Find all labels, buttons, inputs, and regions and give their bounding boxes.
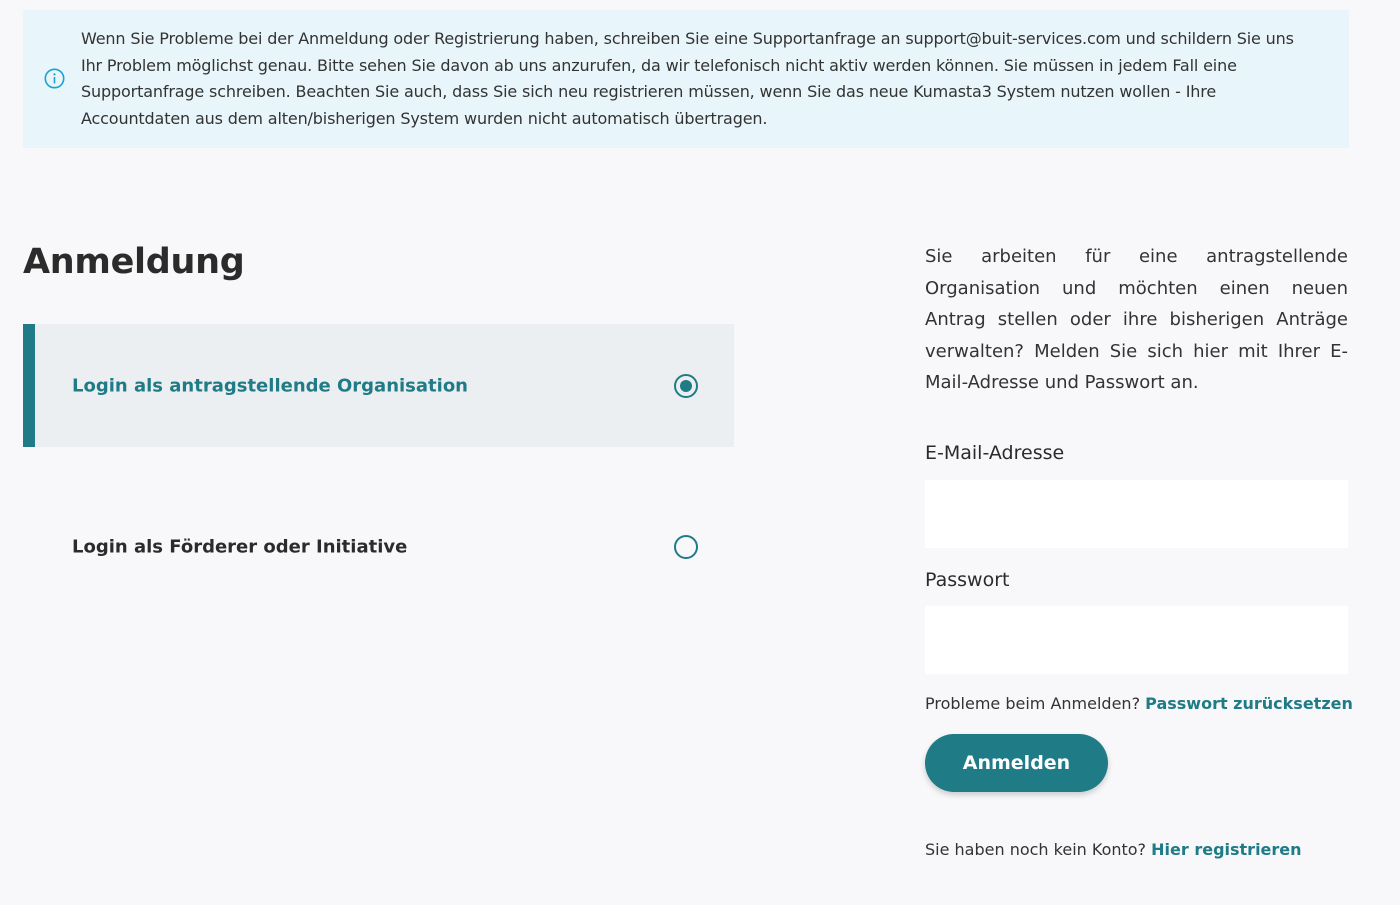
login-option-label: Login als Förderer oder Initiative (72, 536, 408, 557)
notice-text: Wenn Sie Probleme bei der Anmeldung oder… (81, 29, 1294, 128)
password-input[interactable] (925, 606, 1348, 674)
email-input[interactable] (925, 480, 1348, 548)
register-link[interactable]: Hier registrieren (1151, 840, 1301, 859)
login-option-foerderer[interactable]: Login als Förderer oder Initiative (23, 485, 734, 608)
login-option-organisation[interactable]: Login als antragstellende Organisation (23, 324, 734, 447)
page-title: Anmeldung (23, 242, 245, 282)
login-intro-text: Sie arbeiten für eine antragstellende Or… (925, 246, 1348, 393)
register-line: Sie haben noch kein Konto? Hier registri… (925, 840, 1302, 859)
radio-unchecked-icon[interactable] (674, 534, 698, 559)
login-option-label: Login als antragstellende Organisation (72, 375, 468, 396)
login-button[interactable]: Anmelden (925, 734, 1108, 792)
password-label: Passwort (925, 569, 1010, 591)
info-icon (44, 68, 65, 89)
email-label: E-Mail-Adresse (925, 442, 1065, 464)
login-problems-line: Probleme beim Anmelden? Passwort zurücks… (925, 694, 1353, 713)
no-account-text: Sie haben noch kein Konto? (925, 840, 1147, 859)
login-problems-text: Probleme beim Anmelden? (925, 694, 1141, 713)
radio-checked-icon[interactable] (674, 373, 698, 398)
reset-password-link[interactable]: Passwort zurücksetzen (1145, 694, 1353, 713)
